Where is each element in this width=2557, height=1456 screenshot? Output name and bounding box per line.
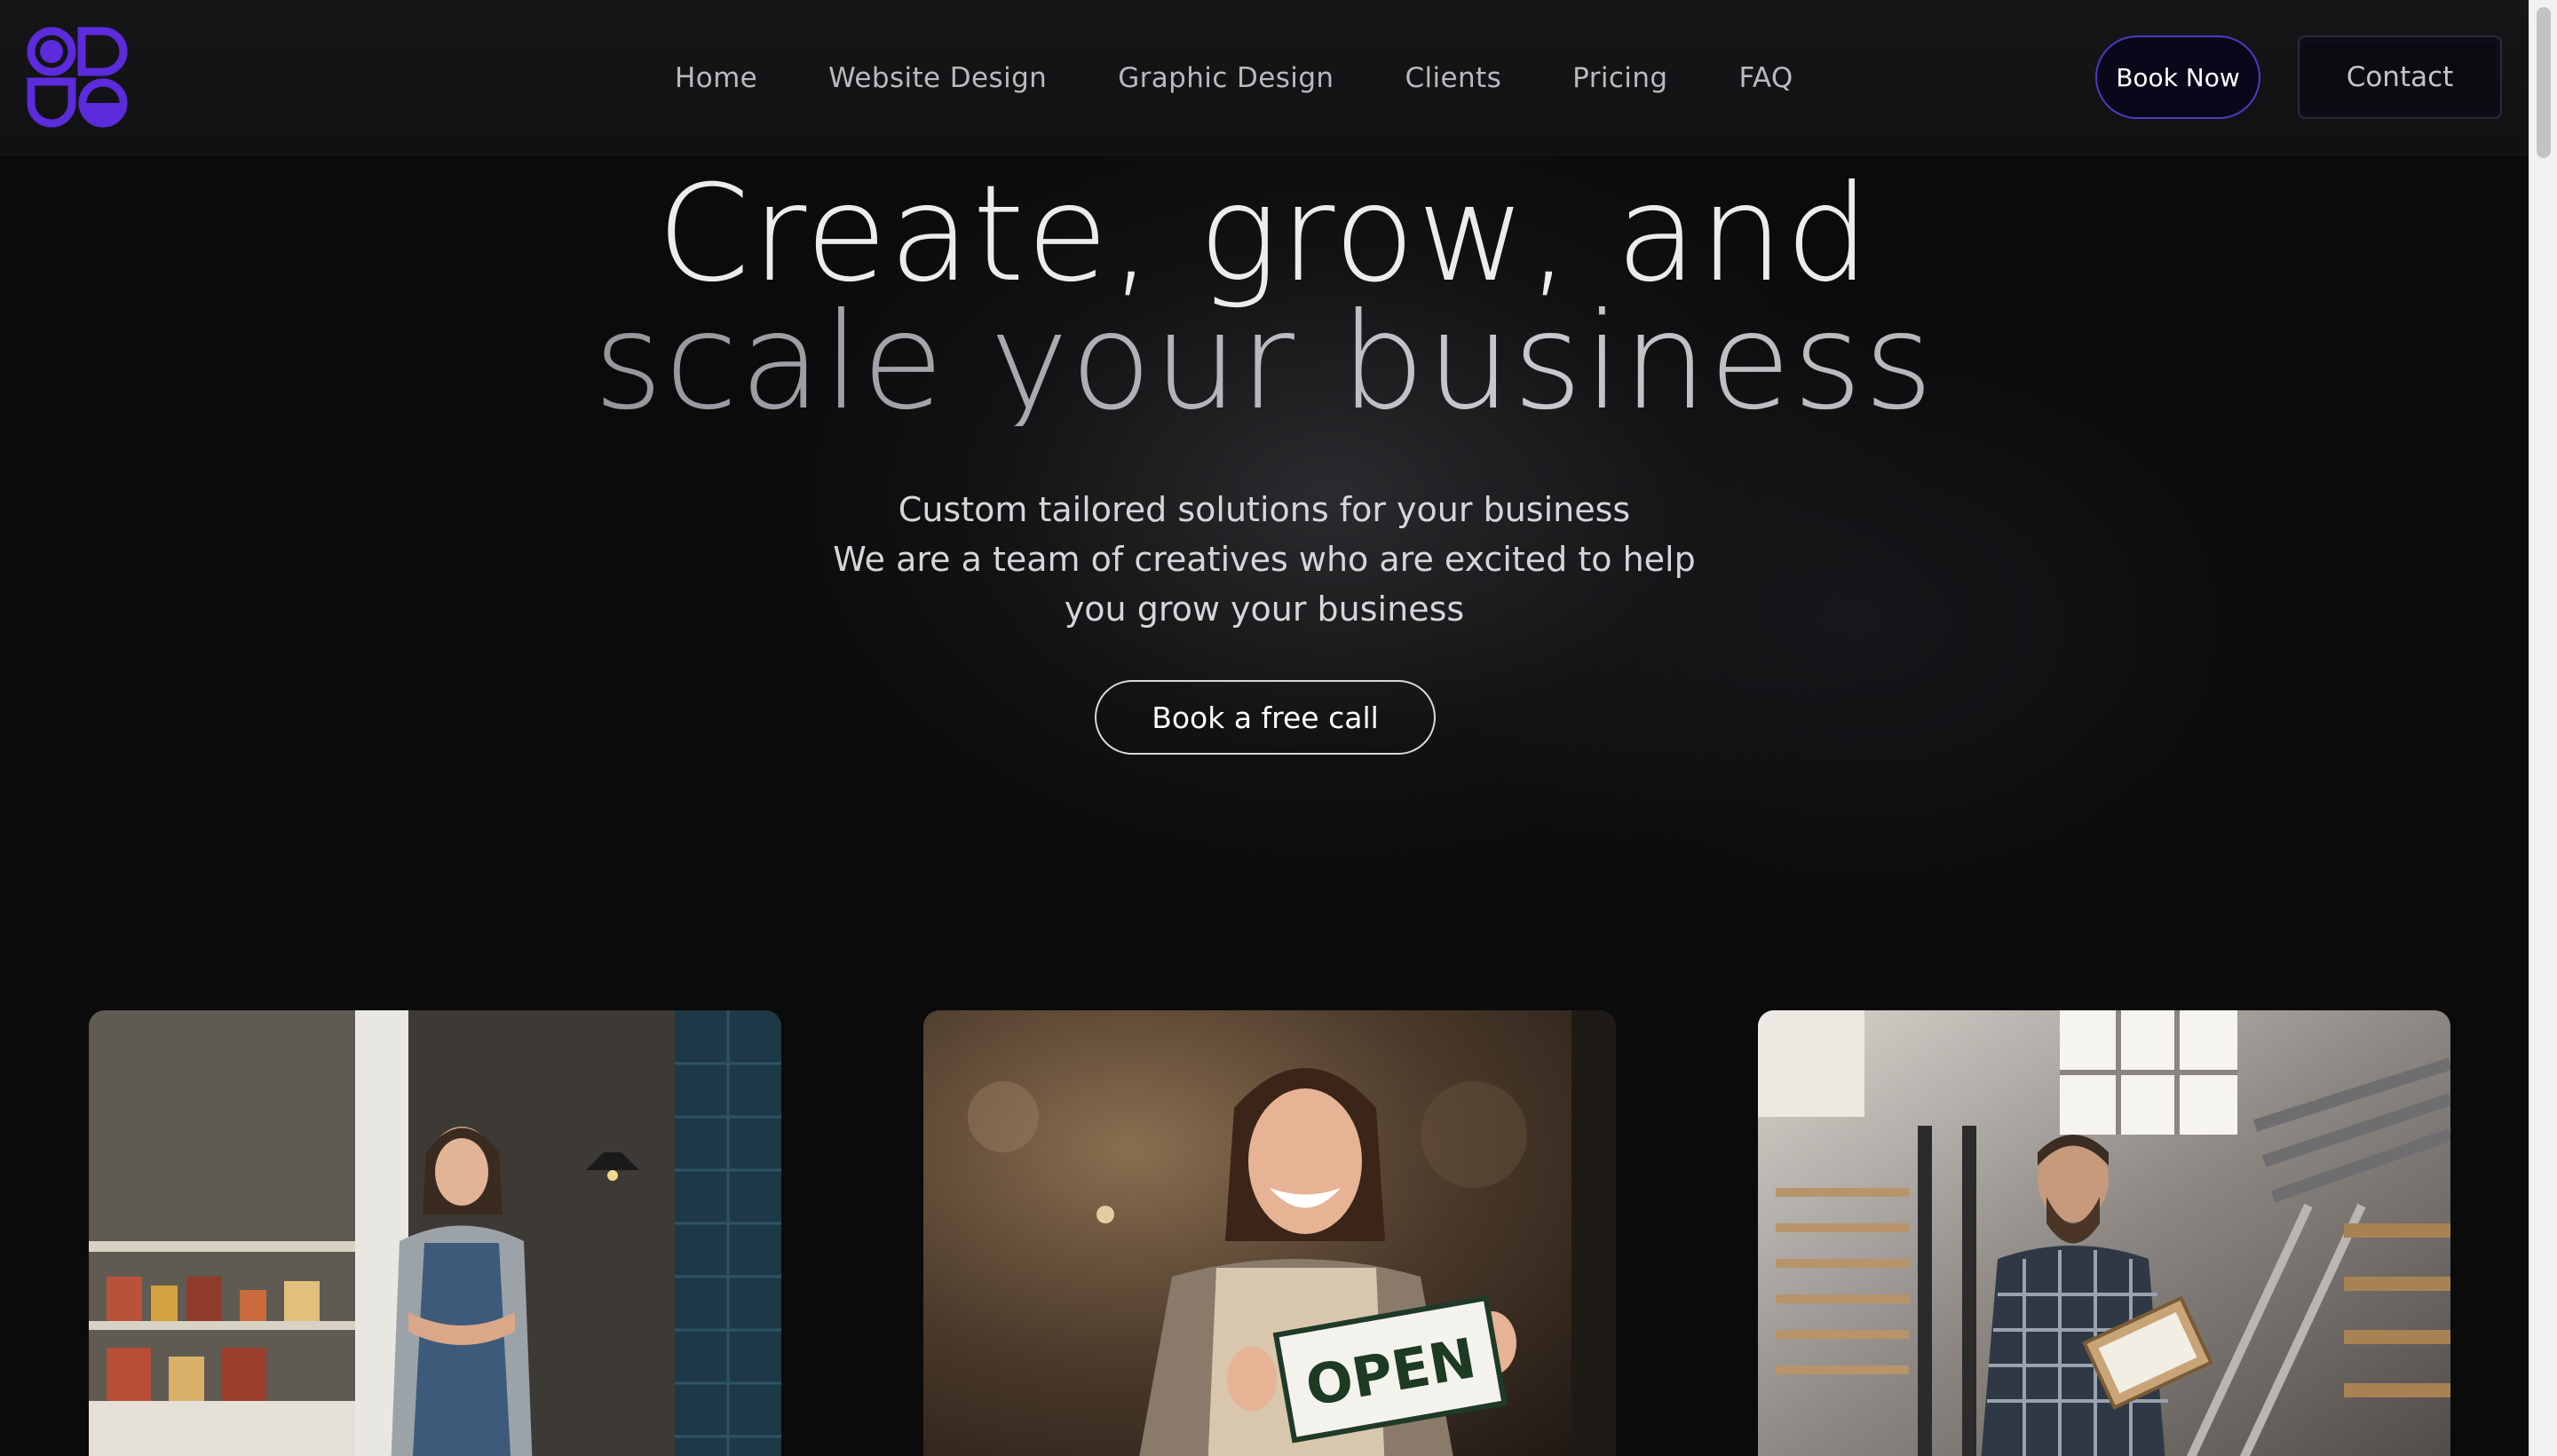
page: Home Website Design Graphic Design Clien… [0, 0, 2557, 1456]
hero-subtitle-line: you grow your business [1064, 590, 1465, 629]
nav-link-faq[interactable]: FAQ [1738, 62, 1793, 94]
hero-title-line-2: scale your business [0, 296, 2529, 429]
scrollbar-thumb[interactable] [2537, 7, 2551, 158]
hero-subtitle-line: Custom tailored solutions for your busin… [898, 490, 1631, 529]
hero-title: Create, grow, and scale your business [0, 157, 2529, 429]
contact-button[interactable]: Contact [2298, 36, 2502, 119]
nav-link-graphic-design[interactable]: Graphic Design [1118, 62, 1334, 94]
top-navbar: Home Website Design Graphic Design Clien… [0, 0, 2529, 155]
woman-holding-open-sign-photo[interactable]: OPEN [923, 1010, 1616, 1456]
hero-subtitle-line: We are a team of creatives who are excit… [833, 540, 1696, 579]
hero-title-line-1: Create, grow, and [656, 157, 1872, 312]
nav-link-home[interactable]: Home [675, 62, 757, 94]
main-nav: Home Website Design Graphic Design Clien… [675, 53, 1793, 103]
page-scrollbar[interactable] [2529, 0, 2557, 1456]
workshop-man-with-clipboard-photo[interactable] [1758, 1010, 2450, 1456]
shop-owner-in-doorway-photo[interactable] [89, 1010, 781, 1456]
nav-link-website-design[interactable]: Website Design [828, 62, 1047, 94]
hero-subtitle: Custom tailored solutions for your busin… [0, 485, 2529, 634]
nav-link-clients[interactable]: Clients [1405, 62, 1501, 94]
book-now-button[interactable]: Book Now [2095, 36, 2260, 119]
book-free-call-button[interactable]: Book a free call [1095, 680, 1436, 755]
brand-logo-icon[interactable] [27, 27, 130, 128]
nav-link-pricing[interactable]: Pricing [1572, 62, 1667, 94]
